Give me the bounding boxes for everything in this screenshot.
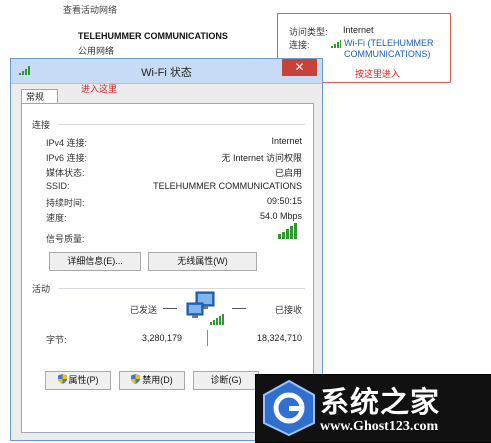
- network-name: TELEHUMMER COMMUNICATIONS: [78, 31, 228, 41]
- close-button[interactable]: ✕: [282, 59, 317, 76]
- disable-button[interactable]: 禁用(D): [119, 371, 185, 390]
- bytes-received-value: 18,324,710: [256, 333, 302, 343]
- enter-here-note: 进入这里: [81, 84, 118, 94]
- wireless-properties-button[interactable]: 无线属性(W): [148, 252, 257, 271]
- access-type-value: Internet: [343, 25, 374, 35]
- connection-label: 连接:: [289, 40, 310, 50]
- ssid-label: SSID:: [46, 181, 70, 191]
- watermark-title: 系统之家: [320, 385, 441, 419]
- duration-value: 09:50:15: [266, 196, 302, 206]
- active-networks-header: 查看活动网络: [63, 5, 118, 15]
- properties-button[interactable]: 属性(P): [45, 371, 111, 390]
- bytes-sent-value: 3,280,179: [141, 333, 182, 343]
- signal-quality-label: 信号质量:: [46, 234, 85, 244]
- sent-line: [163, 308, 177, 309]
- divider: [58, 288, 305, 289]
- sent-label: 已发送: [130, 305, 158, 315]
- properties-button-label[interactable]: 属性(P): [69, 375, 99, 385]
- media-state-label: 媒体状态:: [46, 168, 85, 178]
- disable-button-label[interactable]: 禁用(D): [142, 375, 173, 385]
- received-line: [232, 308, 246, 309]
- network-computers-icon: [186, 291, 224, 325]
- bytes-separator: [207, 330, 208, 346]
- connection-section-title: 连接: [32, 120, 51, 130]
- activity-section-title: 活动: [32, 284, 51, 294]
- ipv4-label: IPv4 连接:: [46, 138, 88, 148]
- ssid-value: TELEHUMMER COMMUNICATIONS: [153, 181, 302, 191]
- dialog-title: Wi-Fi 状态: [141, 67, 192, 79]
- click-here-note: 按这里进入: [355, 69, 401, 79]
- wifi-signal-icon: [331, 40, 341, 48]
- access-type-label: 访问类型:: [289, 27, 328, 37]
- ipv6-label: IPv6 连接:: [46, 153, 88, 163]
- details-button[interactable]: 详细信息(E)...: [49, 252, 141, 271]
- signal-bars-icon: [278, 223, 297, 239]
- uac-shield-icon: [57, 374, 67, 384]
- uac-shield-icon: [131, 374, 141, 384]
- speed-label: 速度:: [46, 213, 67, 223]
- watermark-banner: 系统之家 www.Ghost123.com: [255, 374, 491, 443]
- wifi-connection-link-line2[interactable]: COMMUNICATIONS): [344, 49, 434, 60]
- ghost-logo-icon: [263, 379, 315, 437]
- wifi-connection-link[interactable]: Wi-Fi (TELEHUMMER COMMUNICATIONS): [344, 38, 434, 60]
- watermark-url: www.Ghost123.com: [320, 419, 439, 434]
- network-type: 公用网络: [78, 46, 115, 56]
- dialog-titlebar[interactable]: Wi-Fi 状态 进入这里 ✕: [11, 59, 322, 94]
- wifi-connection-link-line1[interactable]: Wi-Fi (TELEHUMMER: [344, 38, 434, 49]
- media-state-value: 已启用: [274, 168, 302, 178]
- diagnose-button[interactable]: 诊断(G): [193, 371, 259, 390]
- ipv6-value: 无 Internet 访问权限: [221, 153, 302, 163]
- ipv4-value: Internet: [271, 136, 302, 146]
- bytes-label: 字节:: [46, 335, 67, 345]
- tab-general[interactable]: 常规: [21, 89, 58, 104]
- divider: [58, 124, 305, 125]
- duration-label: 持续时间:: [46, 198, 85, 208]
- received-label: 已接收: [275, 305, 303, 315]
- speed-value: 54.0 Mbps: [259, 211, 302, 221]
